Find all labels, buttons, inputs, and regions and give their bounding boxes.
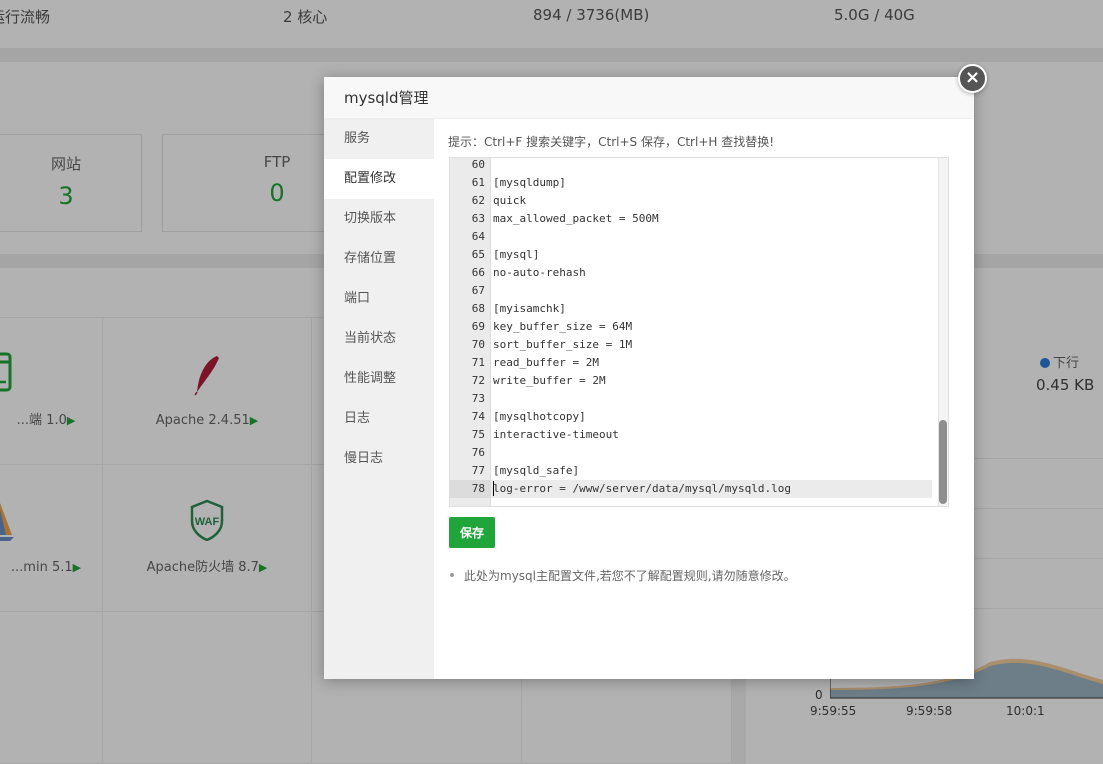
scrollbar-thumb[interactable] — [939, 420, 947, 504]
editor-line[interactable]: 67 — [450, 282, 932, 300]
editor-line[interactable]: 77 [mysqld_safe] — [450, 462, 932, 480]
menu-item-config[interactable]: 配置修改 — [324, 159, 434, 199]
line-code[interactable]: [myisamchk] — [493, 300, 566, 318]
editor-line[interactable]: 64 — [450, 228, 932, 246]
note-text: 此处为mysql主配置文件,若您不了解配置规则,请勿随意修改。 — [464, 569, 796, 583]
line-number: 71 — [471, 356, 485, 369]
line-code[interactable]: [mysqlhotcopy] — [493, 408, 586, 426]
line-code[interactable]: key_buffer_size = 64M — [493, 318, 632, 336]
line-number: 63 — [471, 212, 485, 225]
line-code[interactable]: no-auto-rehash — [493, 264, 586, 282]
editor-line[interactable]: 63 max_allowed_packet = 500M — [450, 210, 932, 228]
line-number: 73 — [471, 392, 485, 405]
menu-item-status[interactable]: 当前状态 — [324, 319, 434, 359]
line-code[interactable]: log-error = /www/server/data/mysql/mysql… — [493, 480, 791, 498]
save-button[interactable]: 保存 — [449, 517, 495, 548]
line-number: 77 — [471, 464, 485, 477]
close-icon[interactable]: × — [958, 64, 987, 93]
line-number: 66 — [471, 266, 485, 279]
line-number: 65 — [471, 248, 485, 261]
editor-line[interactable]: 71 read_buffer = 2M — [450, 354, 932, 372]
line-number: 76 — [471, 446, 485, 459]
shortcut-tip: 提示：Ctrl+F 搜索关键字，Ctrl+S 保存，Ctrl+H 查找替换! — [448, 135, 775, 149]
menu-item-storage[interactable]: 存储位置 — [324, 239, 434, 279]
editor-line[interactable]: 66 no-auto-rehash — [450, 264, 932, 282]
line-code[interactable]: [mysqldump] — [493, 174, 566, 192]
dialog-title: mysqld管理 — [324, 77, 974, 119]
editor-line[interactable]: 76 — [450, 444, 932, 462]
config-editor[interactable]: 60 61 [mysqldump] 62 quick 63 max_allowed_pack… — [449, 157, 949, 507]
editor-line[interactable]: 75 interactive-timeout — [450, 426, 932, 444]
editor-line[interactable]: 72 write_buffer = 2M — [450, 372, 932, 390]
line-number: 61 — [471, 176, 485, 189]
line-number: 62 — [471, 194, 485, 207]
menu-item-slow-log[interactable]: 慢日志 — [324, 439, 434, 479]
editor-line[interactable]: 73 — [450, 390, 932, 408]
editor-line[interactable]: 69 key_buffer_size = 64M — [450, 318, 932, 336]
text-cursor — [493, 481, 494, 496]
config-note: 此处为mysql主配置文件,若您不了解配置规则,请勿随意修改。 — [450, 567, 796, 584]
editor-line[interactable]: 62 quick — [450, 192, 932, 210]
editor-line[interactable]: 61 [mysqldump] — [450, 174, 932, 192]
line-number: 60 — [471, 158, 485, 171]
line-number: 67 — [471, 284, 485, 297]
line-number: 78 — [450, 480, 491, 498]
mysqld-manager-dialog: mysqld管理 服务 配置修改 切换版本 存储位置 端口 当前状态 性能调整 … — [324, 77, 974, 679]
editor-line[interactable]: 60 — [450, 158, 932, 174]
line-code[interactable]: max_allowed_packet = 500M — [493, 210, 659, 228]
line-number: 69 — [471, 320, 485, 333]
line-code[interactable]: quick — [493, 192, 526, 210]
editor-line[interactable]: 68 [myisamchk] — [450, 300, 932, 318]
line-code[interactable]: [mysql] — [493, 246, 539, 264]
config-content: 提示：Ctrl+F 搜索关键字，Ctrl+S 保存，Ctrl+H 查找替换! 6… — [434, 119, 974, 679]
dialog-sidebar: 服务 配置修改 切换版本 存储位置 端口 当前状态 性能调整 日志 慢日志 — [324, 119, 434, 679]
bullet-icon — [450, 573, 454, 577]
line-code[interactable]: read_buffer = 2M — [493, 354, 599, 372]
editor-line[interactable]: 74 [mysqlhotcopy] — [450, 408, 932, 426]
line-number: 64 — [471, 230, 485, 243]
menu-item-performance[interactable]: 性能调整 — [324, 359, 434, 399]
line-code[interactable]: write_buffer = 2M — [493, 372, 606, 390]
line-code[interactable]: sort_buffer_size = 1M — [493, 336, 632, 354]
menu-item-service[interactable]: 服务 — [324, 119, 434, 159]
line-number: 70 — [471, 338, 485, 351]
menu-item-switch-version[interactable]: 切换版本 — [324, 199, 434, 239]
menu-item-log[interactable]: 日志 — [324, 399, 434, 439]
editor-line[interactable]: 78 log-error = /www/server/data/mysql/mys… — [450, 480, 932, 498]
editor-line[interactable]: 70 sort_buffer_size = 1M — [450, 336, 932, 354]
line-code[interactable]: interactive-timeout — [493, 426, 619, 444]
editor-scrollbar[interactable] — [938, 158, 948, 506]
line-number: 75 — [471, 428, 485, 441]
line-number: 74 — [471, 410, 485, 423]
editor-lines[interactable]: 60 61 [mysqldump] 62 quick 63 max_allowed_pack… — [450, 158, 932, 498]
line-number: 72 — [471, 374, 485, 387]
line-code[interactable]: [mysqld_safe] — [493, 462, 579, 480]
line-number: 68 — [471, 302, 485, 315]
editor-line[interactable]: 65 [mysql] — [450, 246, 932, 264]
menu-item-port[interactable]: 端口 — [324, 279, 434, 319]
